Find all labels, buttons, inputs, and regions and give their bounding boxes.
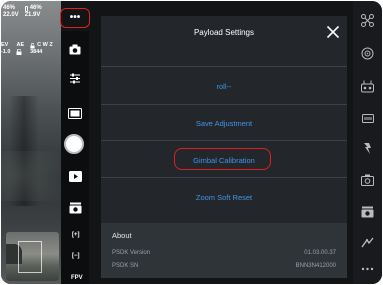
drone-icon[interactable] (353, 14, 382, 27)
battery-icon (24, 5, 28, 12)
about-section: About PSDK Version 01.03.00.37 PSDK SN B… (101, 223, 347, 278)
fpv-button[interactable]: FPV (71, 275, 83, 281)
divider (101, 140, 347, 141)
more-menu-button[interactable]: ••• (60, 8, 90, 28)
psdk-version-value: 01.03.00.37 (304, 250, 336, 256)
about-title: About (112, 231, 132, 240)
psdk-sn-value: BNN3N412000 (295, 263, 336, 269)
battery-left-voltage: 22.0V (3, 12, 19, 18)
option-zoom-soft-reset[interactable]: Zoom Soft Reset (101, 193, 347, 202)
divider (101, 104, 347, 105)
shutter-button[interactable] (64, 134, 84, 154)
payload-icon[interactable] (353, 206, 382, 218)
more-icon: ••• (69, 12, 81, 23)
ev-block: EV -1.0 (1, 42, 10, 58)
play-icon[interactable] (61, 171, 89, 182)
option-gimbal-calibration[interactable]: Gimbal Calibration (101, 156, 347, 165)
ae-label: AE (16, 42, 25, 48)
lock-icon (30, 42, 35, 48)
zoom-in-button[interactable]: [+] (72, 232, 80, 238)
option-save-adjustment[interactable]: Save Adjustment (101, 119, 347, 128)
camera-mode: C W Z (37, 42, 53, 48)
psdk-version-row: PSDK Version 01.03.00.37 (112, 250, 336, 256)
ae-block: AE (16, 42, 24, 58)
shots-remaining: 3844 (30, 49, 43, 55)
camera-mode-block: C W Z 3844 (30, 42, 53, 58)
battery-left: 46% 22.0V (3, 5, 19, 29)
psdk-sn-row: PSDK SN BNN3N412000 (112, 263, 336, 269)
ev-value: -1.0 (1, 49, 11, 55)
option-roll[interactable]: roll-- (101, 82, 347, 91)
gallery-icon[interactable] (61, 108, 89, 119)
left-control-strip (61, 31, 89, 284)
camera-settings-icon[interactable] (353, 174, 382, 186)
photo-mode-icon[interactable] (61, 44, 89, 55)
battery-left-percent: 46% (3, 5, 16, 11)
signal-icon[interactable] (353, 237, 382, 248)
close-icon (326, 25, 340, 39)
psdk-sn-label: PSDK SN (112, 263, 139, 269)
light-icon[interactable] (353, 142, 382, 155)
divider (101, 66, 347, 67)
payload-settings-panel: Payload Settings roll-- Save Adjustment … (101, 16, 347, 278)
psdk-version-label: PSDK Version (112, 250, 151, 256)
rc-battery-icon[interactable] (353, 114, 382, 123)
battery-right: 46% 21.9V (24, 5, 42, 29)
right-toolbar (353, 1, 382, 284)
battery-right-percent: 46% (29, 5, 42, 11)
more-icon[interactable] (353, 267, 382, 271)
minimap[interactable] (6, 232, 59, 281)
remote-controller-icon[interactable] (353, 80, 382, 93)
battery-status: 46% 22.0V 46% 21.9V (3, 5, 42, 29)
close-button[interactable] (325, 24, 341, 40)
battery-right-voltage: 21.9V (24, 12, 41, 18)
camera-settings-icon[interactable] (61, 73, 89, 84)
target-icon[interactable] (353, 47, 382, 60)
exposure-info: EV -1.0 AE C W Z 3844 (1, 42, 63, 58)
payload-icon[interactable] (61, 202, 89, 214)
minimap-view-frame (18, 241, 42, 273)
app-screen: 46% 22.0V 46% 21.9V ••• EV -1.0 AE C W Z… (1, 1, 382, 284)
ev-label: EV (1, 42, 9, 48)
panel-title: Payload Settings (193, 28, 255, 37)
divider (101, 177, 347, 178)
ae-lock-icon[interactable] (16, 48, 24, 58)
zoom-out-button[interactable]: [−] (72, 253, 80, 259)
